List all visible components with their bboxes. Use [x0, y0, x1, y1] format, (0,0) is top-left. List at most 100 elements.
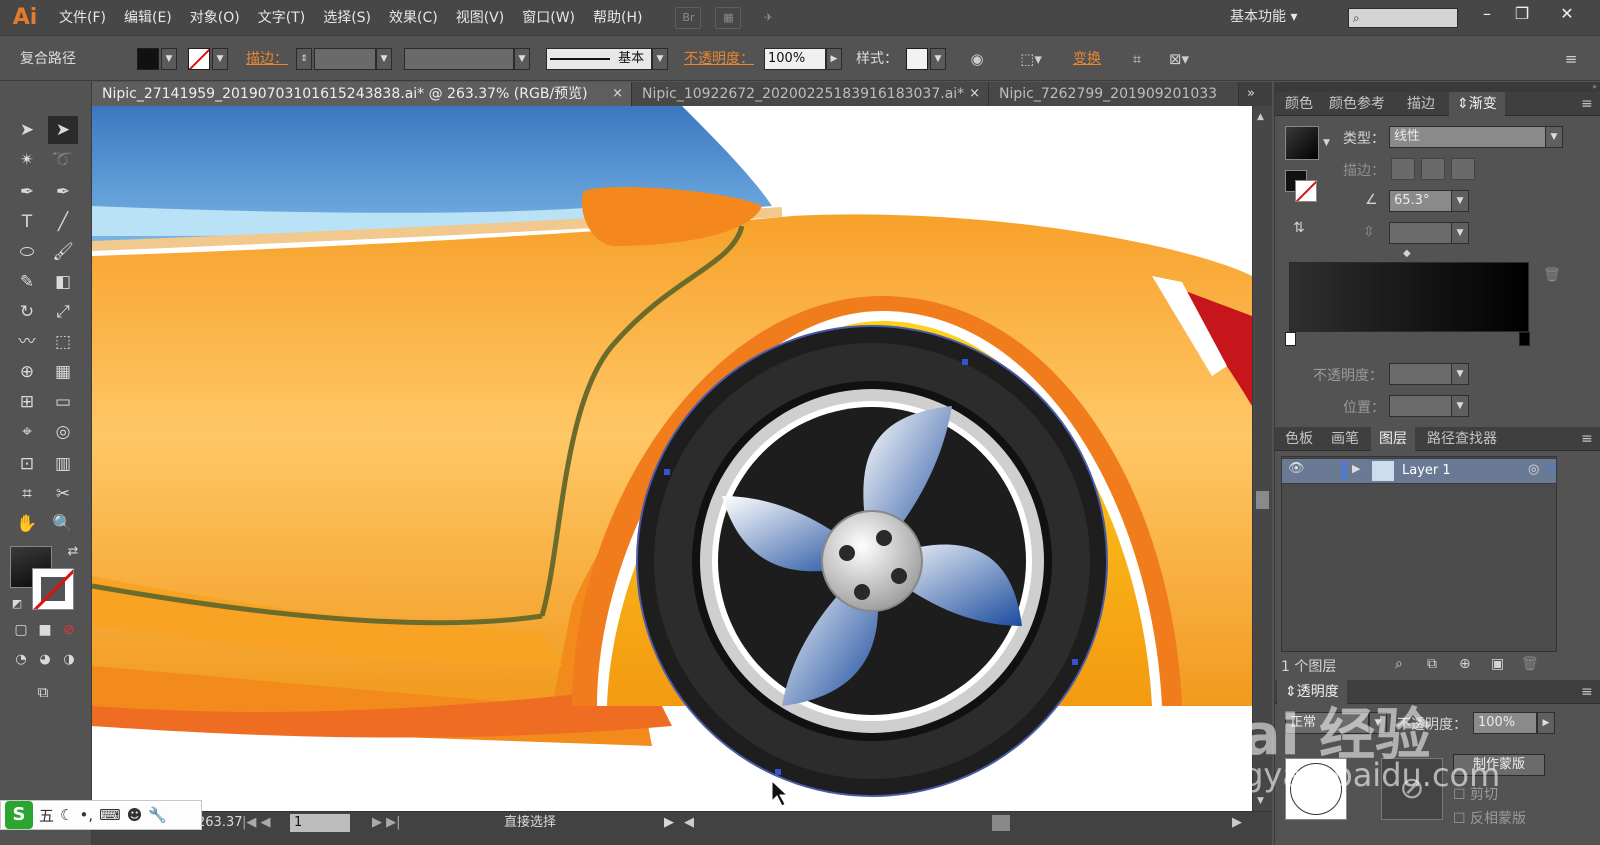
- gradient-stop-start[interactable]: [1285, 332, 1296, 346]
- user-icon[interactable]: ☻: [127, 806, 143, 824]
- stroke-swatch[interactable]: [188, 48, 210, 70]
- blend-tool-icon[interactable]: ◎: [48, 418, 78, 446]
- search-input[interactable]: ⌕: [1348, 8, 1458, 28]
- aspect-ratio-dropdown-icon[interactable]: ▼: [1451, 222, 1469, 244]
- menu-effect[interactable]: 效果(C): [380, 0, 447, 36]
- opacity-panel-link[interactable]: 不透明度：: [684, 37, 754, 81]
- gradient-stroke-box[interactable]: [1295, 180, 1317, 202]
- layer-name[interactable]: Layer 1: [1402, 463, 1451, 478]
- transparency-opacity-arrow-icon[interactable]: ▶: [1537, 712, 1555, 734]
- stroke-weight-input[interactable]: [314, 48, 376, 70]
- type-tool-icon[interactable]: T: [12, 208, 42, 236]
- delete-stop-icon[interactable]: 🗑: [1543, 267, 1561, 283]
- gradient-type-select[interactable]: 线性: [1389, 126, 1547, 148]
- gradient-preview-dropdown-icon[interactable]: ▼: [1323, 138, 1330, 148]
- stop-position-input[interactable]: [1389, 395, 1453, 417]
- curvature-tool-icon[interactable]: ✒: [48, 178, 78, 206]
- new-sublayer-icon[interactable]: ⊕: [1459, 656, 1471, 672]
- gradient-slider[interactable]: [1289, 262, 1529, 332]
- draw-inside-icon[interactable]: ◑: [54, 646, 84, 674]
- isolate-icon[interactable]: ⌗: [1126, 48, 1148, 70]
- scroll-up-icon[interactable]: ▲: [1257, 112, 1264, 122]
- pen-tool-icon[interactable]: ✒: [12, 178, 42, 206]
- stroke-across-icon[interactable]: [1451, 158, 1475, 180]
- swap-fill-stroke-icon[interactable]: ⇄: [58, 538, 88, 566]
- ellipse-tool-icon[interactable]: ⬭: [12, 238, 42, 266]
- hscroll-left-icon[interactable]: ◀: [684, 812, 694, 834]
- artboard-canvas[interactable]: [92, 106, 1252, 811]
- gpu-performance-icon[interactable]: ✈: [755, 7, 781, 29]
- tab-brushes[interactable]: 画笔: [1323, 427, 1367, 451]
- menu-type[interactable]: 文字(T): [249, 0, 314, 36]
- gradient-angle-input[interactable]: 65.3°: [1389, 190, 1453, 212]
- gradient-tool-icon[interactable]: ▭: [48, 388, 78, 416]
- brush-definition[interactable]: 基本: [546, 48, 652, 70]
- gradient-stop-end[interactable]: [1519, 332, 1530, 346]
- arrange-documents-icon[interactable]: ▦: [715, 6, 742, 29]
- fill-swatch[interactable]: [137, 48, 159, 70]
- free-transform-tool-icon[interactable]: ⬚: [48, 328, 78, 356]
- locate-object-icon[interactable]: ⌕: [1395, 656, 1403, 672]
- delete-layer-icon[interactable]: 🗑: [1521, 656, 1539, 672]
- recolor-artwork-icon[interactable]: ◉: [966, 48, 988, 70]
- tab-layers[interactable]: 图层: [1371, 427, 1415, 451]
- document-tab-1[interactable]: Nipic_27141959_20190703101615243838.ai* …: [92, 82, 632, 106]
- panel-menu-icon[interactable]: ≡: [1573, 680, 1600, 704]
- zoom-tool-icon[interactable]: 🔍: [48, 510, 78, 538]
- fill-dropdown-icon[interactable]: ▼: [161, 48, 177, 70]
- aspect-ratio-input[interactable]: [1389, 222, 1453, 244]
- paintbrush-tool-icon[interactable]: 🖌: [48, 238, 78, 266]
- document-tab-3[interactable]: Nipic_7262799_201909201033: [989, 82, 1239, 106]
- tab-color-guide[interactable]: 颜色参考: [1321, 92, 1393, 116]
- lasso-tool-icon[interactable]: ➰: [48, 146, 78, 174]
- more-tabs-icon[interactable]: »: [1247, 82, 1264, 106]
- punctuation-icon[interactable]: •,: [79, 806, 93, 824]
- graphic-style-dropdown-icon[interactable]: ▼: [930, 48, 946, 70]
- ime-logo[interactable]: S: [5, 801, 33, 829]
- brush-dropdown-icon[interactable]: ▼: [652, 48, 668, 70]
- stop-position-dropdown-icon[interactable]: ▼: [1451, 395, 1469, 417]
- document-tab-2[interactable]: Nipic_10922672_20200225183916183037.ai* …: [632, 82, 989, 106]
- perspective-grid-tool-icon[interactable]: ▦: [48, 358, 78, 386]
- artboard-number-input[interactable]: 1: [290, 814, 350, 832]
- hscroll-right-icon[interactable]: ▶: [1232, 812, 1242, 834]
- envelope-icon[interactable]: ⊠▾: [1168, 48, 1190, 70]
- wrench-icon[interactable]: 🔧: [148, 806, 167, 824]
- close-tab-icon[interactable]: ×: [969, 82, 980, 106]
- tab-gradient[interactable]: ⇕渐变: [1449, 92, 1505, 116]
- transform-panel-link[interactable]: 变换: [1073, 37, 1101, 81]
- menu-window[interactable]: 窗口(W): [513, 0, 584, 36]
- transparency-opacity-input[interactable]: 100%: [1473, 712, 1537, 734]
- first-artboard-icon[interactable]: |◀ ◀: [242, 812, 271, 834]
- stroke-weight-dropdown-icon[interactable]: ▼: [376, 48, 392, 70]
- minimize-icon[interactable]: –: [1470, 2, 1504, 26]
- opacity-arrow-icon[interactable]: ▶: [826, 48, 842, 70]
- menu-file[interactable]: 文件(F): [50, 0, 115, 36]
- collapse-panels-icon[interactable]: »: [1275, 82, 1600, 92]
- gradient-midpoint-icon[interactable]: ◆: [1403, 248, 1411, 259]
- close-icon[interactable]: ✕: [1550, 2, 1584, 26]
- mesh-tool-icon[interactable]: ⊞: [12, 388, 42, 416]
- stroke-within-icon[interactable]: [1391, 158, 1415, 180]
- align-icon[interactable]: ⬚▾: [1020, 48, 1042, 70]
- menu-help[interactable]: 帮助(H): [584, 0, 651, 36]
- tab-stroke[interactable]: 描边: [1399, 92, 1443, 116]
- hscroll-thumb[interactable]: [992, 815, 1010, 831]
- angle-dropdown-icon[interactable]: ▼: [1451, 190, 1469, 212]
- scrollbar-thumb[interactable]: [1256, 491, 1269, 509]
- column-graph-tool-icon[interactable]: ▥: [48, 450, 78, 478]
- stop-opacity-input[interactable]: [1389, 363, 1453, 385]
- restore-icon[interactable]: ❐: [1505, 2, 1539, 26]
- status-menu-icon[interactable]: ▶: [664, 812, 674, 834]
- shape-builder-tool-icon[interactable]: ⊕: [12, 358, 42, 386]
- artboard-tool-icon[interactable]: ⌗: [12, 480, 42, 508]
- expand-layer-icon[interactable]: ▶: [1352, 462, 1360, 475]
- stroke-panel-link[interactable]: 描边：: [246, 37, 288, 81]
- stroke-color-box[interactable]: [32, 568, 74, 610]
- make-clipping-mask-icon[interactable]: ⧉: [1427, 656, 1437, 672]
- gradient-type-dropdown-icon[interactable]: ▼: [1545, 126, 1563, 148]
- symbol-sprayer-tool-icon[interactable]: ⊡: [12, 450, 42, 478]
- gradient-preview-swatch[interactable]: [1285, 126, 1319, 160]
- eraser-tool-icon[interactable]: ◧: [48, 268, 78, 296]
- menu-object[interactable]: 对象(O): [181, 0, 249, 36]
